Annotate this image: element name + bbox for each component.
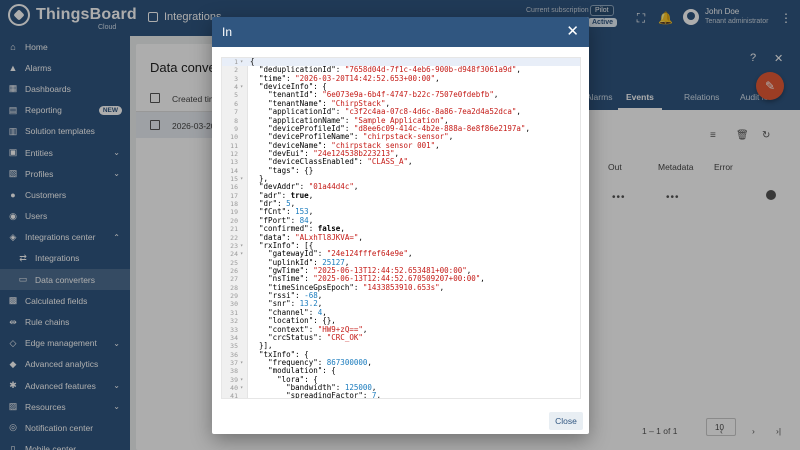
line-number: 22	[230, 233, 238, 242]
fold-toggle-icon[interactable]: ▾	[240, 376, 243, 384]
fold-toggle-icon[interactable]: ▾	[240, 83, 243, 91]
line-number: 13	[230, 158, 238, 167]
line-number: 35	[230, 342, 238, 351]
json-editor[interactable]: 1 ▾{2 "deduplicationId": "7658d04d-7f1c-4…	[221, 57, 581, 399]
line-number: 31	[230, 308, 238, 317]
fold-toggle-icon[interactable]: ▾	[240, 175, 243, 183]
line-number: 3	[234, 74, 238, 83]
line-number: 26	[230, 266, 238, 275]
line-number: 38	[230, 367, 238, 376]
line-number: 19	[230, 208, 238, 217]
line-number: 40	[230, 384, 238, 393]
line-number: 7	[234, 108, 238, 117]
line-number: 15	[230, 175, 238, 184]
close-button[interactable]: Close	[549, 412, 583, 430]
line-number: 41	[230, 392, 238, 399]
line-number: 33	[230, 325, 238, 334]
line-number: 29	[230, 292, 238, 301]
line-number: 10	[230, 133, 238, 142]
line-number: 8	[234, 116, 238, 125]
line-number: 37	[230, 358, 238, 367]
line-number: 6	[234, 99, 238, 108]
line-number: 20	[230, 216, 238, 225]
line-number: 25	[230, 258, 238, 267]
line-number: 5	[234, 91, 238, 100]
code-lines: 1 ▾{2 "deduplicationId": "7658d04d-7f1c-4…	[222, 58, 580, 399]
line-number: 18	[230, 200, 238, 209]
line-number: 1	[234, 58, 238, 66]
line-number: 28	[230, 283, 238, 292]
dialog-title: In	[222, 25, 233, 39]
line-number: 23	[230, 241, 238, 250]
fold-toggle-icon[interactable]: ▾	[240, 58, 243, 66]
code-line: 14 "tags": {}	[222, 166, 580, 175]
line-number: 32	[230, 317, 238, 326]
line-number: 30	[230, 300, 238, 309]
code-line: 34 "crcStatus": "CRC_OK"	[222, 333, 580, 342]
line-number: 24	[230, 250, 238, 259]
line-number: 34	[230, 333, 238, 342]
line-number: 4	[234, 83, 238, 92]
fold-toggle-icon[interactable]: ▾	[240, 250, 243, 258]
line-number: 2	[234, 66, 238, 75]
dialog-header: In ✕	[212, 17, 589, 47]
line-number: 27	[230, 275, 238, 284]
close-icon[interactable]: ✕	[566, 22, 579, 40]
line-number: 11	[230, 141, 238, 150]
line-number: 39	[230, 375, 238, 384]
fold-toggle-icon[interactable]: ▾	[240, 384, 243, 392]
code-line: 41 "spreadingFactor": 7,	[222, 391, 580, 399]
line-number: 16	[230, 183, 238, 192]
event-content-dialog: In ✕ 1 ▾{2 "deduplicationId": "7658d04d-7…	[212, 17, 589, 434]
line-number: 17	[230, 191, 238, 200]
line-number: 12	[230, 149, 238, 158]
line-text: "spreadingFactor": 7,	[286, 391, 381, 399]
line-number: 36	[230, 350, 238, 359]
line-number: 21	[230, 225, 238, 234]
fold-toggle-icon[interactable]: ▾	[240, 359, 243, 367]
line-number: 14	[230, 166, 238, 175]
line-number: 9	[234, 124, 238, 133]
fold-toggle-icon[interactable]: ▾	[240, 242, 243, 250]
